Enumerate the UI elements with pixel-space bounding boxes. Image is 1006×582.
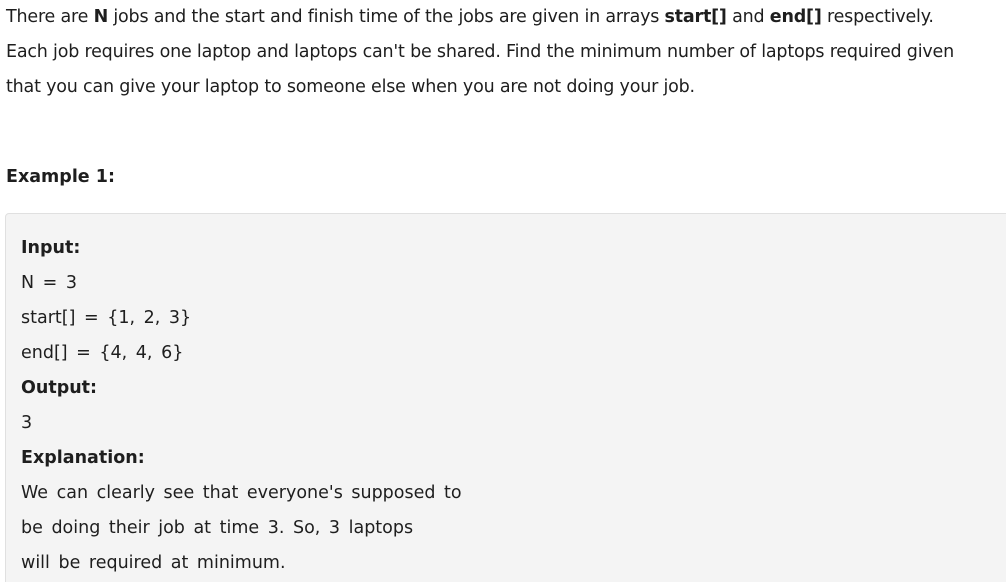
- explanation-line: will be required at minimum.: [21, 553, 286, 573]
- explanation-label: Explanation:: [21, 448, 145, 468]
- n-variable: N: [93, 7, 109, 27]
- explanation-line: We can clearly see that everyone's suppo…: [21, 483, 462, 503]
- problem-line-3: that you can give your laptop to someone…: [6, 77, 695, 97]
- problem-statement: There are N jobs and the start and finis…: [6, 0, 1006, 105]
- end-array-name: end[]: [769, 7, 822, 27]
- input-line: N = 3: [21, 273, 78, 293]
- input-label: Input:: [21, 238, 81, 258]
- output-value: 3: [21, 413, 33, 433]
- example-title: Example 1:: [6, 167, 115, 187]
- problem-line-1: There are N jobs and the start and finis…: [6, 0, 1006, 35]
- start-array-name: start[]: [664, 7, 727, 27]
- problem-text: There are: [6, 7, 94, 27]
- example-box: Input: N = 3 start[] = {1, 2, 3} end[] =…: [5, 213, 1006, 582]
- problem-line-2: Each job requires one laptop and laptops…: [6, 42, 954, 62]
- problem-text: and: [726, 7, 770, 27]
- explanation-line: be doing their job at time 3. So, 3 lapt…: [21, 518, 414, 538]
- problem-text: respectively.: [821, 7, 934, 27]
- input-line: start[] = {1, 2, 3}: [21, 308, 192, 328]
- problem-text: jobs and the start and finish time of th…: [108, 7, 665, 27]
- output-label: Output:: [21, 378, 98, 398]
- input-line: end[] = {4, 4, 6}: [21, 343, 184, 363]
